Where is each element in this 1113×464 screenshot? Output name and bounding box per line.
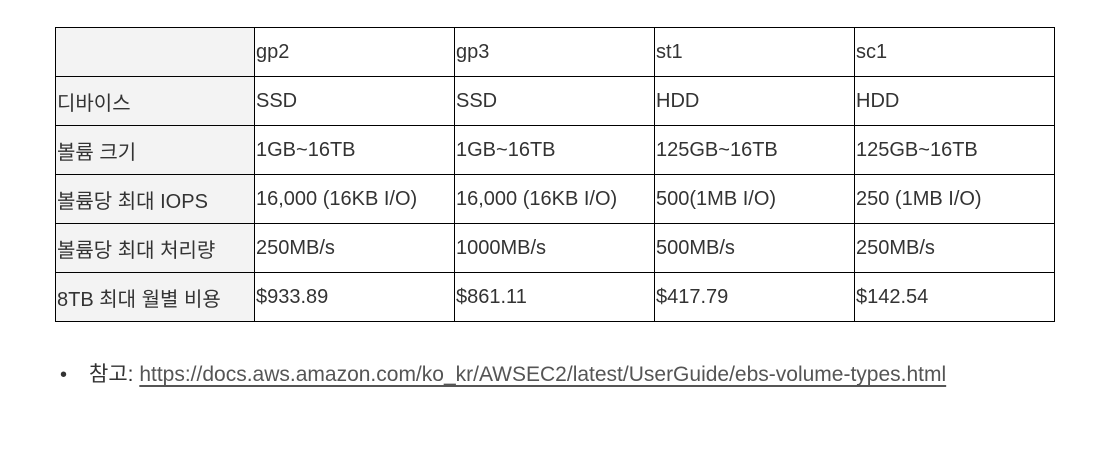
table-header-row: gp2 gp3 st1 sc1 — [55, 27, 1055, 77]
table-cell: 16,000 (16KB I/O) — [254, 174, 455, 224]
reference-label: 참고: — [89, 363, 140, 386]
table-corner-cell — [55, 27, 255, 77]
table-cell: 1000MB/s — [454, 223, 655, 273]
table-cell: 250 (1MB I/O) — [854, 174, 1055, 224]
table-cell: $933.89 — [254, 272, 455, 322]
column-header-sc1: sc1 — [854, 27, 1055, 77]
table-row: 디바이스 SSD SSD HDD HDD — [55, 76, 1055, 126]
table-cell: SSD — [254, 76, 455, 126]
table-cell: 125GB~16TB — [854, 125, 1055, 175]
table-cell: $861.11 — [454, 272, 655, 322]
ebs-volume-comparison-table: gp2 gp3 st1 sc1 디바이스 SSD SSD HDD HDD 볼륨 … — [55, 27, 1055, 322]
row-header-max-iops: 볼륨당 최대 IOPS — [55, 174, 255, 224]
page: gp2 gp3 st1 sc1 디바이스 SSD SSD HDD HDD 볼륨 … — [0, 0, 1113, 464]
row-header-volume-size: 볼륨 크기 — [55, 125, 255, 175]
table-cell: 250MB/s — [854, 223, 1055, 273]
table-row: 볼륨 크기 1GB~16TB 1GB~16TB 125GB~16TB 125GB… — [55, 125, 1055, 175]
table-cell: SSD — [454, 76, 655, 126]
table-cell: 16,000 (16KB I/O) — [454, 174, 655, 224]
table-cell: 250MB/s — [254, 223, 455, 273]
table-cell: $417.79 — [654, 272, 855, 322]
table-cell: HDD — [854, 76, 1055, 126]
table-row: 볼륨당 최대 IOPS 16,000 (16KB I/O) 16,000 (16… — [55, 174, 1055, 224]
table-cell: 1GB~16TB — [454, 125, 655, 175]
table-cell: 500(1MB I/O) — [654, 174, 855, 224]
column-header-gp2: gp2 — [254, 27, 455, 77]
reference-content: 참고: https://docs.aws.amazon.com/ko_kr/AW… — [89, 356, 1020, 394]
table-cell: $142.54 — [854, 272, 1055, 322]
table-row: 볼륨당 최대 처리량 250MB/s 1000MB/s 500MB/s 250M… — [55, 223, 1055, 273]
row-header-monthly-cost: 8TB 최대 월별 비용 — [55, 272, 255, 322]
table-cell: 1GB~16TB — [254, 125, 455, 175]
table-cell: 500MB/s — [654, 223, 855, 273]
row-header-device: 디바이스 — [55, 76, 255, 126]
column-header-gp3: gp3 — [454, 27, 655, 77]
reference-link[interactable]: https://docs.aws.amazon.com/ko_kr/AWSEC2… — [139, 363, 946, 386]
column-header-st1: st1 — [654, 27, 855, 77]
table-cell: 125GB~16TB — [654, 125, 855, 175]
bullet-icon: • — [60, 364, 68, 386]
reference-list-item: • 참고: https://docs.aws.amazon.com/ko_kr/… — [60, 356, 1020, 394]
row-header-max-throughput: 볼륨당 최대 처리량 — [55, 223, 255, 273]
table-cell: HDD — [654, 76, 855, 126]
table-row: 8TB 최대 월별 비용 $933.89 $861.11 $417.79 $14… — [55, 272, 1055, 322]
